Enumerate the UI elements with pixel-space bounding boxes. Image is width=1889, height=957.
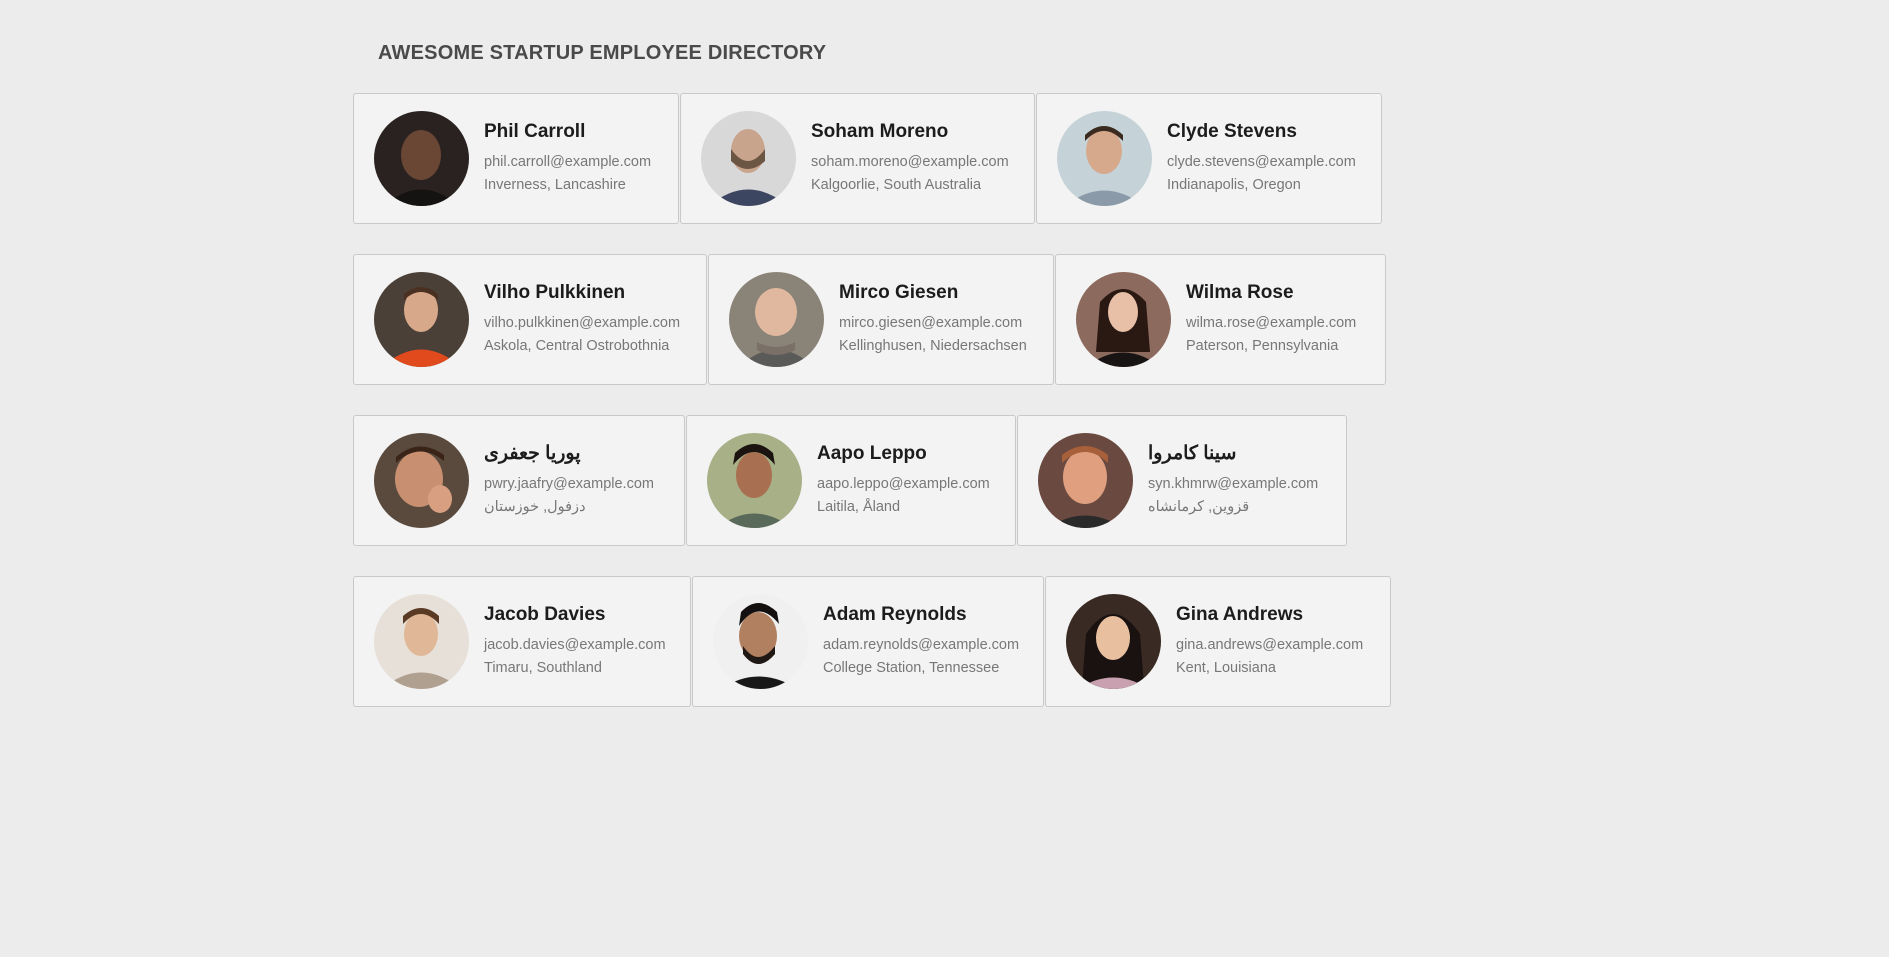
employee-card[interactable]: Clyde Stevens clyde.stevens@example.com … [1036,93,1382,224]
employee-card[interactable]: پوریا جعفری pwry.jaafry@example.com دزفو… [353,415,685,546]
employee-card[interactable]: سینا کامروا syn.khmrw@example.com قزوین,… [1017,415,1347,546]
employee-card[interactable]: Vilho Pulkkinen vilho.pulkkinen@example.… [353,254,707,385]
employee-info: Mirco Giesen mirco.giesen@example.com Ke… [839,282,1027,358]
gallery-row: پوریا جعفری pwry.jaafry@example.com دزفو… [353,415,1453,546]
avatar [1057,111,1152,206]
employee-name: پوریا جعفری [484,442,581,464]
employee-email: aapo.leppo@example.com [817,475,990,492]
employee-location: Paterson, Pennsylvania [1186,337,1339,354]
employee-email: phil.carroll@example.com [484,153,652,170]
employee-location: Indianapolis, Oregon [1167,176,1301,193]
avatar [374,594,469,689]
employee-location: Laitila, Åland [817,498,901,515]
employee-info: سینا کامروا syn.khmrw@example.com قزوین,… [1148,443,1318,519]
employee-card[interactable]: Mirco Giesen mirco.giesen@example.com Ke… [708,254,1054,385]
employee-location: Kalgoorlie, South Australia [811,176,982,193]
employee-name: Jacob Davies [484,603,606,625]
employee-location: Kellinghusen, Niedersachsen [839,337,1027,354]
gallery-row: Phil Carroll phil.carroll@example.com In… [353,93,1453,224]
employee-email: mirco.giesen@example.com [839,314,1023,331]
avatar [374,111,469,206]
page-title: AWESOME STARTUP EMPLOYEE DIRECTORY [378,42,827,64]
employee-name: Clyde Stevens [1167,120,1297,142]
employee-gallery: Phil Carroll phil.carroll@example.com In… [353,93,1453,737]
employee-email: pwry.jaafry@example.com [484,475,654,492]
avatar [707,433,802,528]
employee-card[interactable]: Adam Reynolds adam.reynolds@example.com … [692,576,1044,707]
avatar [713,594,808,689]
employee-card[interactable]: Phil Carroll phil.carroll@example.com In… [353,93,679,224]
employee-info: Jacob Davies jacob.davies@example.com Ti… [484,604,666,680]
avatar [1076,272,1171,367]
employee-card[interactable]: Jacob Davies jacob.davies@example.com Ti… [353,576,691,707]
employee-location: دزفول, خوزستان [484,498,586,515]
employee-location: Kent, Louisiana [1176,659,1276,676]
avatar [701,111,796,206]
employee-location: Timaru, Southland [484,659,602,676]
employee-info: Clyde Stevens clyde.stevens@example.com … [1167,121,1356,197]
gallery-row: Jacob Davies jacob.davies@example.com Ti… [353,576,1453,707]
employee-name: Mirco Giesen [839,281,959,303]
gallery-row: Vilho Pulkkinen vilho.pulkkinen@example.… [353,254,1453,385]
avatar [729,272,824,367]
employee-info: Phil Carroll phil.carroll@example.com In… [484,121,651,197]
employee-info: پوریا جعفری pwry.jaafry@example.com دزفو… [484,443,654,519]
employee-info: Wilma Rose wilma.rose@example.com Paters… [1186,282,1356,358]
employee-location: Askola, Central Ostrobothnia [484,337,670,354]
employee-card[interactable]: Aapo Leppo aapo.leppo@example.com Laitil… [686,415,1016,546]
avatar [374,272,469,367]
employee-location: قزوین, کرمانشاه [1148,498,1250,515]
employee-location: College Station, Tennessee [823,659,1000,676]
employee-name: Vilho Pulkkinen [484,281,626,303]
employee-email: vilho.pulkkinen@example.com [484,314,681,331]
employee-email: soham.moreno@example.com [811,153,1009,170]
employee-card[interactable]: Wilma Rose wilma.rose@example.com Paters… [1055,254,1386,385]
employee-name: Aapo Leppo [817,442,927,464]
avatar [1038,433,1133,528]
employee-name: Gina Andrews [1176,603,1304,625]
employee-info: Aapo Leppo aapo.leppo@example.com Laitil… [817,443,990,519]
employee-card[interactable]: Gina Andrews gina.andrews@example.com Ke… [1045,576,1391,707]
employee-email: syn.khmrw@example.com [1148,475,1319,492]
employee-email: gina.andrews@example.com [1176,636,1364,653]
employee-info: Vilho Pulkkinen vilho.pulkkinen@example.… [484,282,680,358]
avatar [374,433,469,528]
employee-name: سینا کامروا [1148,442,1237,464]
employee-name: Soham Moreno [811,120,949,142]
employee-location: Inverness, Lancashire [484,176,626,193]
employee-info: Gina Andrews gina.andrews@example.com Ke… [1176,604,1363,680]
employee-name: Wilma Rose [1186,281,1294,303]
employee-email: clyde.stevens@example.com [1167,153,1356,170]
employee-name: Phil Carroll [484,120,586,142]
employee-info: Adam Reynolds adam.reynolds@example.com … [823,604,1019,680]
employee-name: Adam Reynolds [823,603,967,625]
employee-info: Soham Moreno soham.moreno@example.com Ka… [811,121,1009,197]
employee-email: wilma.rose@example.com [1186,314,1357,331]
employee-card[interactable]: Soham Moreno soham.moreno@example.com Ka… [680,93,1035,224]
employee-email: adam.reynolds@example.com [823,636,1020,653]
employee-email: jacob.davies@example.com [484,636,666,653]
avatar [1066,594,1161,689]
